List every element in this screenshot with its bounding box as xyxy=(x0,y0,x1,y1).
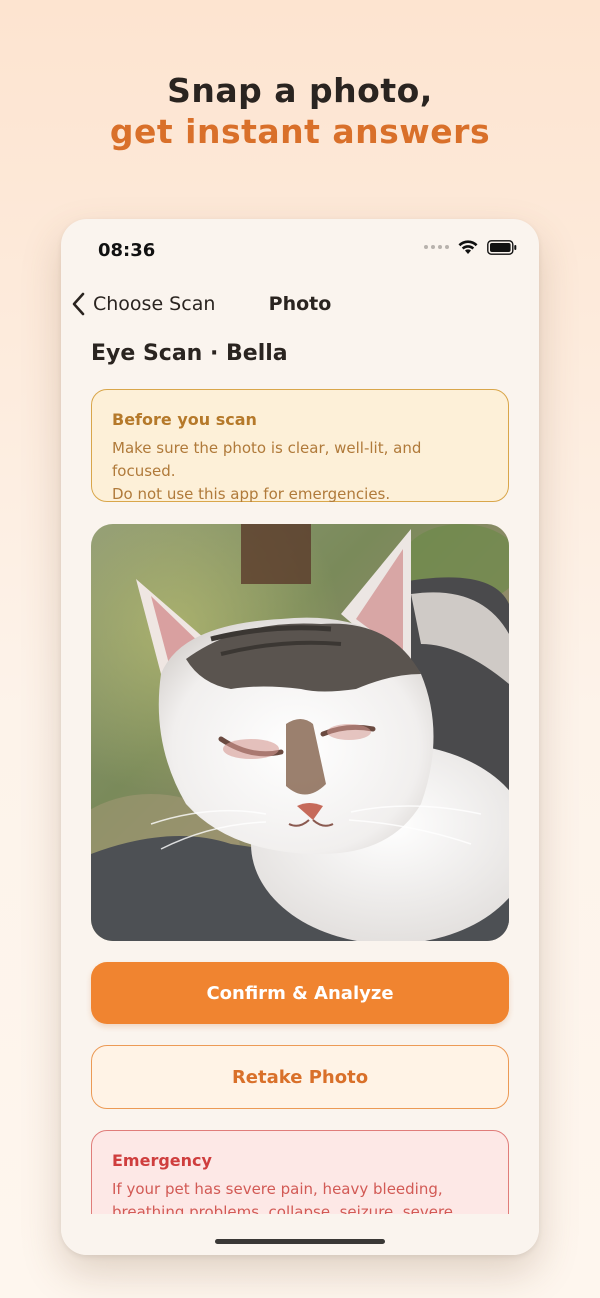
notice-title: Before you scan xyxy=(112,410,257,429)
headline-line-1: Snap a photo, xyxy=(167,71,433,110)
retake-photo-button[interactable]: Retake Photo xyxy=(91,1045,509,1109)
notice-body: Make sure the photo is clear, well-lit, … xyxy=(112,437,488,506)
nav-title: Photo xyxy=(268,293,332,315)
emergency-title: Emergency xyxy=(112,1151,212,1170)
notice-body-line-1: Make sure the photo is clear, well-lit, … xyxy=(112,439,422,480)
before-scan-notice: Before you scan Make sure the photo is c… xyxy=(91,389,509,503)
wifi-icon xyxy=(458,240,478,254)
phone-frame: 08:36 Choose Scan Photo Eye Scan · Bella… xyxy=(61,219,539,1255)
marketing-headline: Snap a photo, get instant answers xyxy=(0,70,600,152)
status-icons xyxy=(424,239,517,255)
emergency-body-line-1: If your pet has severe pain, heavy bleed… xyxy=(112,1180,443,1198)
status-time: 08:36 xyxy=(98,240,156,261)
home-indicator[interactable] xyxy=(215,1239,385,1244)
confirm-analyze-button[interactable]: Confirm & Analyze xyxy=(91,962,509,1024)
signal-dots-icon xyxy=(424,245,449,249)
page-title: Eye Scan · Bella xyxy=(91,341,288,366)
bottom-safe-area xyxy=(61,1214,539,1255)
headline-line-2: get instant answers xyxy=(109,112,491,151)
cat-photo xyxy=(91,524,509,941)
navigation-bar: Choose Scan Photo xyxy=(61,291,539,321)
battery-icon xyxy=(487,239,517,255)
notice-body-line-2: Do not use this app for emergencies. xyxy=(112,485,391,503)
